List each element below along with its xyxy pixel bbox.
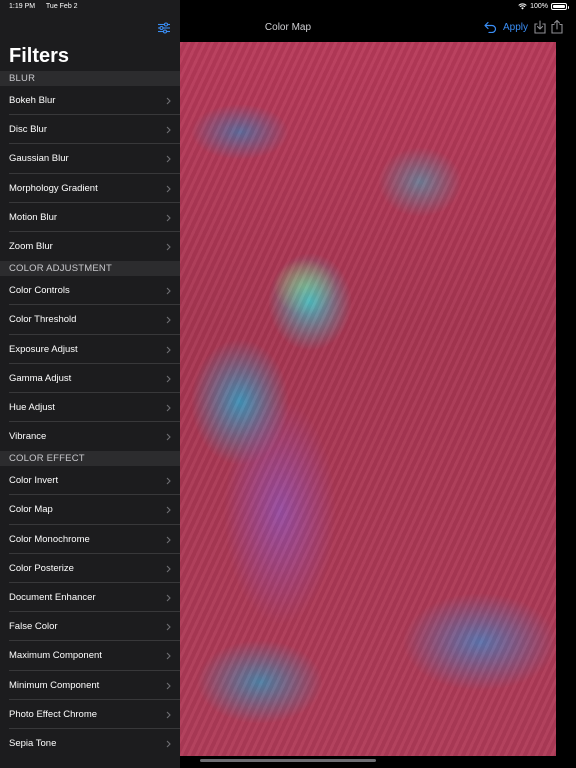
filter-list-item[interactable]: Minimum Component: [0, 671, 180, 700]
filter-list-item[interactable]: Color Threshold: [0, 305, 180, 335]
chevron-right-icon: [166, 740, 171, 748]
filter-list-item[interactable]: Morphology Gradient: [0, 174, 180, 203]
photo-texture: [180, 42, 556, 756]
status-date: Tue Feb 2: [45, 3, 78, 10]
chevron-right-icon: [166, 287, 171, 295]
filter-item-label: False Color: [9, 621, 58, 633]
section-header: COLOR EFFECT: [0, 451, 180, 467]
filter-list-item[interactable]: Color Map: [0, 495, 180, 525]
filter-item-label: Zoom Blur: [9, 240, 53, 252]
filter-item-label: Motion Blur: [9, 211, 58, 223]
chevron-right-icon: [166, 97, 171, 105]
chevron-right-icon: [166, 346, 171, 353]
filter-item-label: Bokeh Blur: [9, 95, 56, 106]
filter-item-label: Maximum Component: [9, 650, 102, 662]
chevron-right-icon: [166, 594, 171, 602]
chevron-right-icon: [166, 565, 171, 573]
filter-list-item[interactable]: Zoom Blur: [0, 232, 180, 261]
filter-list-item[interactable]: Maximum Component: [0, 641, 180, 671]
chevron-right-icon: [166, 375, 171, 383]
filter-list-item[interactable]: Color Invert: [0, 466, 180, 496]
filtered-photo: [180, 42, 556, 756]
chevron-right-icon: [166, 711, 171, 719]
status-time: 1:19 PM: [9, 3, 36, 10]
filter-item-label: Gamma Adjust: [9, 372, 72, 384]
chevron-right-icon: [166, 433, 171, 441]
filter-item-label: Document Enhancer: [9, 592, 96, 603]
filter-item-label: Color Threshold: [9, 314, 77, 326]
filter-item-label: Exposure Adjust: [9, 343, 78, 355]
filter-item-label: Minimum Component: [9, 679, 100, 691]
filter-list-item[interactable]: Bokeh Blur: [0, 86, 180, 116]
sidebar: Filters BLUR Bokeh Blur Disc Blur Gaussian …: [0, 0, 180, 768]
battery-percent: 100%: [530, 3, 548, 10]
filter-list-item[interactable]: Exposure Adjust: [0, 335, 180, 364]
apply-button[interactable]: Apply: [503, 22, 528, 33]
chevron-right-icon: [166, 155, 171, 163]
filter-list-item[interactable]: Color Monochrome: [0, 525, 180, 555]
nav-title: Color Map: [264, 22, 312, 33]
chevron-right-icon: [166, 682, 171, 689]
filter-item-label: Gaussian Blur: [9, 153, 69, 165]
chevron-right-icon: [166, 652, 171, 660]
filter-list-item[interactable]: Color Controls: [0, 276, 180, 306]
filter-list-item[interactable]: Color Posterize: [0, 554, 180, 584]
filter-list-item[interactable]: Sepia Tone: [0, 729, 180, 758]
filter-list-item[interactable]: Vibrance: [0, 422, 180, 451]
chevron-right-icon: [166, 126, 171, 134]
chevron-right-icon: [166, 214, 171, 222]
chevron-right-icon: [166, 404, 171, 412]
filter-item-label: Color Invert: [9, 475, 59, 487]
chevron-right-icon: [166, 623, 171, 631]
main-area: Color Map Apply: [180, 0, 576, 768]
filter-item-label: Color Map: [9, 504, 53, 516]
filter-item-label: Photo Effect Chrome: [9, 708, 98, 720]
section-header: BLUR: [0, 71, 180, 86]
filter-list-item[interactable]: Gamma Adjust: [0, 364, 180, 394]
filter-item-label: Sepia Tone: [9, 737, 57, 749]
filter-list-item[interactable]: Photo Effect Chrome: [0, 700, 180, 730]
filter-item-label: Disc Blur: [9, 124, 48, 136]
filter-list-item[interactable]: Motion Blur: [0, 203, 180, 233]
home-indicator: [200, 759, 376, 762]
share-icon[interactable]: [551, 19, 563, 34]
sidebar-toolbar: [0, 14, 180, 42]
undo-icon[interactable]: [484, 21, 497, 33]
filter-list-item[interactable]: Document Enhancer: [0, 583, 180, 613]
chevron-right-icon: [166, 316, 171, 324]
chevron-right-icon: [166, 243, 171, 251]
filter-list-item[interactable]: Disc Blur: [0, 115, 180, 145]
chevron-right-icon: [166, 477, 171, 485]
chevron-right-icon: [166, 536, 171, 544]
filter-item-label: Morphology Gradient: [9, 182, 98, 194]
filter-item-label: Color Monochrome: [9, 533, 90, 545]
battery-fill: [553, 5, 565, 8]
sidebar-title: Filters: [9, 45, 70, 67]
sliders-icon[interactable]: [157, 21, 171, 35]
filter-item-label: Color Posterize: [9, 562, 74, 574]
filter-item-label: Vibrance: [9, 431, 47, 443]
chevron-right-icon: [166, 507, 171, 514]
filter-item-label: Color Controls: [9, 285, 70, 297]
chevron-right-icon: [166, 185, 171, 192]
filter-list-item[interactable]: False Color: [0, 612, 180, 642]
status-bar: 1:19 PM Tue Feb 2 100%: [0, 0, 576, 14]
filter-list: BLUR Bokeh Blur Disc Blur Gaussian Blur Morp…: [0, 71, 180, 758]
battery-icon: [551, 3, 569, 10]
wifi-icon: [518, 3, 527, 10]
section-header: COLOR ADJUSTMENT: [0, 261, 180, 277]
save-icon[interactable]: [534, 20, 546, 34]
filter-item-label: Hue Adjust: [9, 401, 55, 413]
filter-list-item[interactable]: Gaussian Blur: [0, 144, 180, 174]
filter-list-item[interactable]: Hue Adjust: [0, 393, 180, 423]
